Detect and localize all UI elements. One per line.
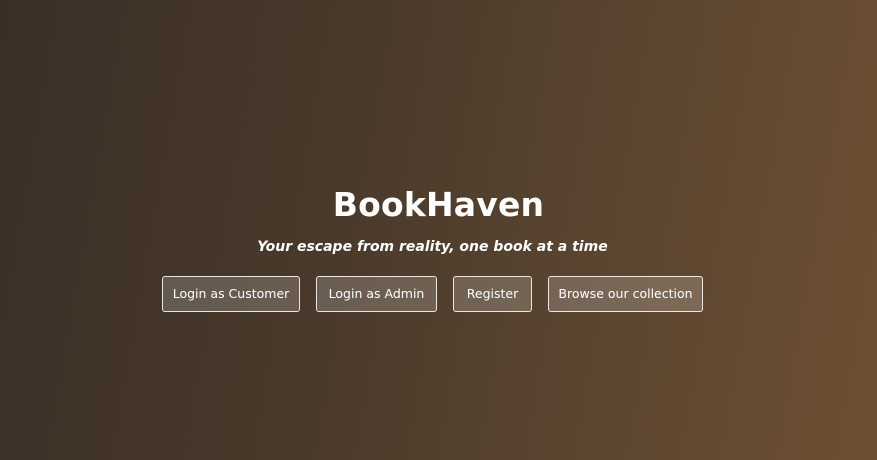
site-title: BookHaven bbox=[332, 185, 545, 224]
login-admin-button[interactable]: Login as Admin bbox=[316, 276, 437, 312]
browse-collection-button[interactable]: Browse our collection bbox=[548, 276, 703, 312]
register-button[interactable]: Register bbox=[453, 276, 532, 312]
hero-section: BookHaven Your escape from reality, one … bbox=[0, 0, 877, 460]
login-customer-button[interactable]: Login as Customer bbox=[162, 276, 300, 312]
site-tagline: Your escape from reality, one book at a … bbox=[257, 239, 608, 255]
